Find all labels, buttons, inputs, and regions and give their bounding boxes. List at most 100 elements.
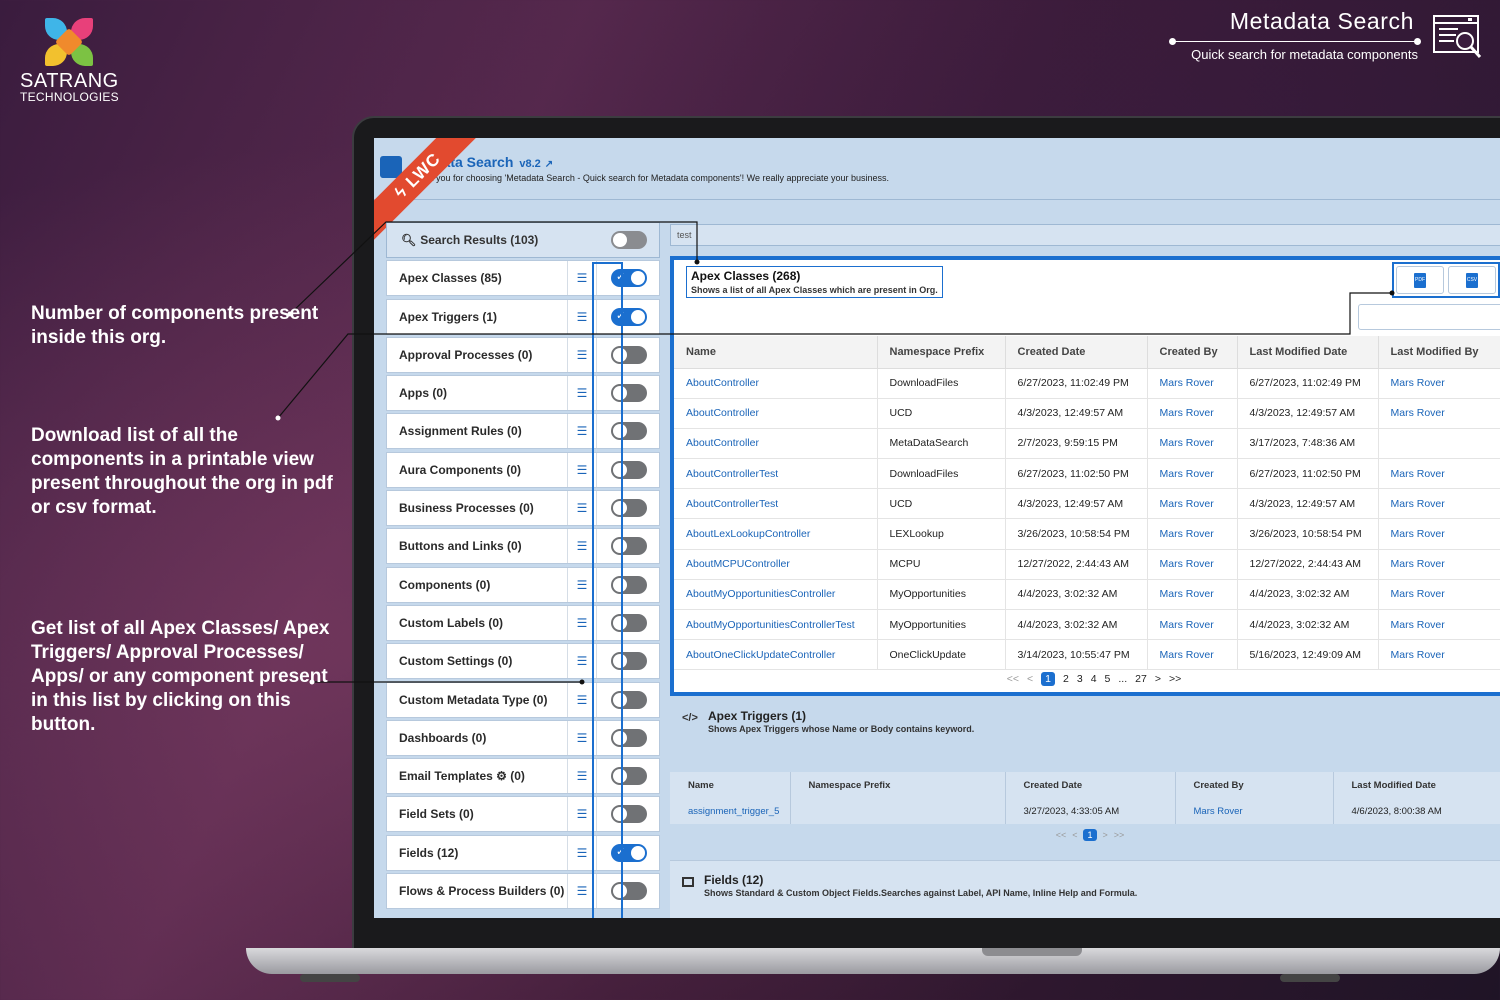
table-link[interactable]: AboutLexLookupController: [674, 518, 878, 550]
sidebar-item-toggle[interactable]: [611, 575, 647, 594]
table-link[interactable]: AboutOneClickUpdateController: [674, 639, 878, 671]
sidebar-item-toggle[interactable]: [611, 269, 647, 288]
table-link[interactable]: AboutMyOpportunitiesControllerTest: [674, 609, 878, 641]
list-view-icon[interactable]: ☰: [567, 452, 597, 487]
page-link[interactable]: <<: [1007, 673, 1019, 685]
table-link[interactable]: Mars Rover: [1378, 458, 1500, 490]
table-link[interactable]: Mars Rover: [1147, 428, 1238, 460]
table-link[interactable]: Mars Rover: [1147, 579, 1238, 611]
sidebar-item-toggle[interactable]: [611, 805, 647, 824]
table-link[interactable]: Mars Rover: [1147, 518, 1238, 550]
sidebar-item-toggle[interactable]: [611, 882, 647, 901]
list-view-icon[interactable]: ☰: [567, 759, 597, 794]
table-link[interactable]: Mars Rover: [1147, 549, 1238, 580]
sidebar-item-toggle[interactable]: [611, 345, 647, 364]
table-link[interactable]: assignment_trigger_5: [670, 798, 791, 824]
list-view-icon[interactable]: ☰: [567, 797, 597, 832]
sidebar-item[interactable]: Buttons and Links (0) ☰: [386, 528, 660, 565]
table-link[interactable]: Mars Rover: [1147, 639, 1238, 671]
list-view-icon[interactable]: ☰: [567, 299, 597, 334]
column-header[interactable]: Created By: [1175, 772, 1334, 798]
table-link[interactable]: Mars Rover: [1147, 609, 1238, 641]
page-link[interactable]: >: [1155, 673, 1161, 685]
page-link[interactable]: 1: [1041, 672, 1055, 686]
sidebar-item[interactable]: Apps (0) ☰: [386, 375, 660, 412]
page-link[interactable]: <<: [1056, 830, 1067, 840]
page-link[interactable]: >>: [1114, 830, 1125, 840]
list-view-icon[interactable]: ☰: [567, 414, 597, 449]
table-link[interactable]: AboutController: [674, 428, 878, 460]
page-link[interactable]: <: [1027, 673, 1033, 685]
sidebar-item-toggle[interactable]: [611, 613, 647, 632]
sidebar-item[interactable]: Components (0) ☰: [386, 566, 660, 603]
column-header[interactable]: Namespace Prefix: [877, 336, 1006, 369]
search-input[interactable]: test: [670, 224, 1500, 246]
page-link[interactable]: >: [1103, 830, 1108, 840]
list-view-icon[interactable]: ☰: [567, 491, 597, 526]
list-view-icon[interactable]: ☰: [567, 874, 597, 909]
list-view-icon[interactable]: ☰: [567, 682, 597, 717]
page-link[interactable]: <: [1072, 830, 1077, 840]
external-link-icon[interactable]: ↗: [545, 159, 553, 170]
sidebar-item-toggle[interactable]: [611, 499, 647, 518]
list-view-icon[interactable]: ☰: [567, 567, 597, 602]
list-view-icon[interactable]: ☰: [567, 644, 597, 679]
list-view-icon[interactable]: ☰: [567, 337, 597, 372]
table-link[interactable]: Mars Rover: [1378, 609, 1500, 641]
sidebar-item[interactable]: Apex Classes (85) ☰: [386, 260, 660, 297]
sidebar-item-toggle[interactable]: [611, 422, 647, 441]
list-view-icon[interactable]: ☰: [567, 529, 597, 564]
column-header[interactable]: Name: [674, 336, 878, 369]
sidebar-item[interactable]: Fields (12) ☰: [386, 834, 660, 871]
table-link[interactable]: AboutController: [674, 398, 878, 429]
sidebar-item[interactable]: Field Sets (0) ☰: [386, 796, 660, 833]
pdf-download-button[interactable]: PDF: [1396, 266, 1444, 294]
list-view-icon[interactable]: ☰: [567, 835, 597, 870]
table-link[interactable]: Mars Rover: [1147, 398, 1238, 429]
table-link[interactable]: AboutControllerTest: [674, 488, 878, 520]
sidebar-item[interactable]: Custom Labels (0) ☰: [386, 604, 660, 641]
table-link[interactable]: AboutControllerTest: [674, 458, 878, 490]
sidebar-item[interactable]: Apex Triggers (1) ☰: [386, 298, 660, 335]
page-link[interactable]: ...: [1118, 673, 1127, 685]
column-header[interactable]: Namespace Prefix: [790, 772, 1006, 798]
column-header[interactable]: Created Date: [1005, 336, 1148, 369]
list-view-icon[interactable]: ☰: [567, 261, 597, 296]
sidebar-item-toggle[interactable]: [611, 307, 647, 326]
table-link[interactable]: Mars Rover: [1147, 368, 1238, 399]
page-link[interactable]: 27: [1135, 673, 1147, 685]
csv-download-button[interactable]: CSV: [1448, 266, 1496, 294]
table-link[interactable]: Mars Rover: [1378, 639, 1500, 671]
table-link[interactable]: Mars Rover: [1378, 488, 1500, 520]
page-link[interactable]: >>: [1169, 673, 1181, 685]
list-view-icon[interactable]: ☰: [567, 376, 597, 411]
table-link[interactable]: Mars Rover: [1378, 579, 1500, 611]
table-link[interactable]: AboutController: [674, 368, 878, 399]
table-link[interactable]: Mars Rover: [1378, 549, 1500, 580]
list-view-icon[interactable]: ☰: [567, 605, 597, 640]
sidebar-item[interactable]: Dashboards (0) ☰: [386, 719, 660, 756]
table-link[interactable]: [1378, 428, 1500, 460]
column-header[interactable]: Last Modified By: [1378, 336, 1500, 369]
sidebar-item[interactable]: Custom Metadata Type (0) ☰: [386, 681, 660, 718]
sidebar-item[interactable]: Approval Processes (0) ☰: [386, 336, 660, 373]
page-link[interactable]: 3: [1077, 673, 1083, 685]
sidebar-item-toggle[interactable]: [611, 843, 647, 862]
sidebar-item[interactable]: Email Templates ⚙ (0) ☰: [386, 758, 660, 795]
table-link[interactable]: Mars Rover: [1378, 398, 1500, 429]
table-link[interactable]: Mars Rover: [1378, 368, 1500, 399]
table-link[interactable]: Mars Rover: [1378, 518, 1500, 550]
sidebar-item-toggle[interactable]: [611, 537, 647, 556]
sidebar-item-toggle[interactable]: [611, 460, 647, 479]
sidebar-item[interactable]: Assignment Rules (0) ☰: [386, 413, 660, 450]
sidebar-item[interactable]: Flows & Process Builders (0) ☰: [386, 873, 660, 910]
page-link[interactable]: 2: [1063, 673, 1069, 685]
table-link[interactable]: AboutMyOpportunitiesController: [674, 579, 878, 611]
sidebar-item-toggle[interactable]: [611, 728, 647, 747]
column-header[interactable]: Name: [670, 772, 791, 798]
column-header[interactable]: Created By: [1147, 336, 1238, 369]
sidebar-item[interactable]: Aura Components (0) ☰: [386, 451, 660, 488]
sidebar-item-toggle[interactable]: [611, 652, 647, 671]
sidebar-item[interactable]: Custom Settings (0) ☰: [386, 643, 660, 680]
table-link[interactable]: Mars Rover: [1175, 798, 1334, 824]
